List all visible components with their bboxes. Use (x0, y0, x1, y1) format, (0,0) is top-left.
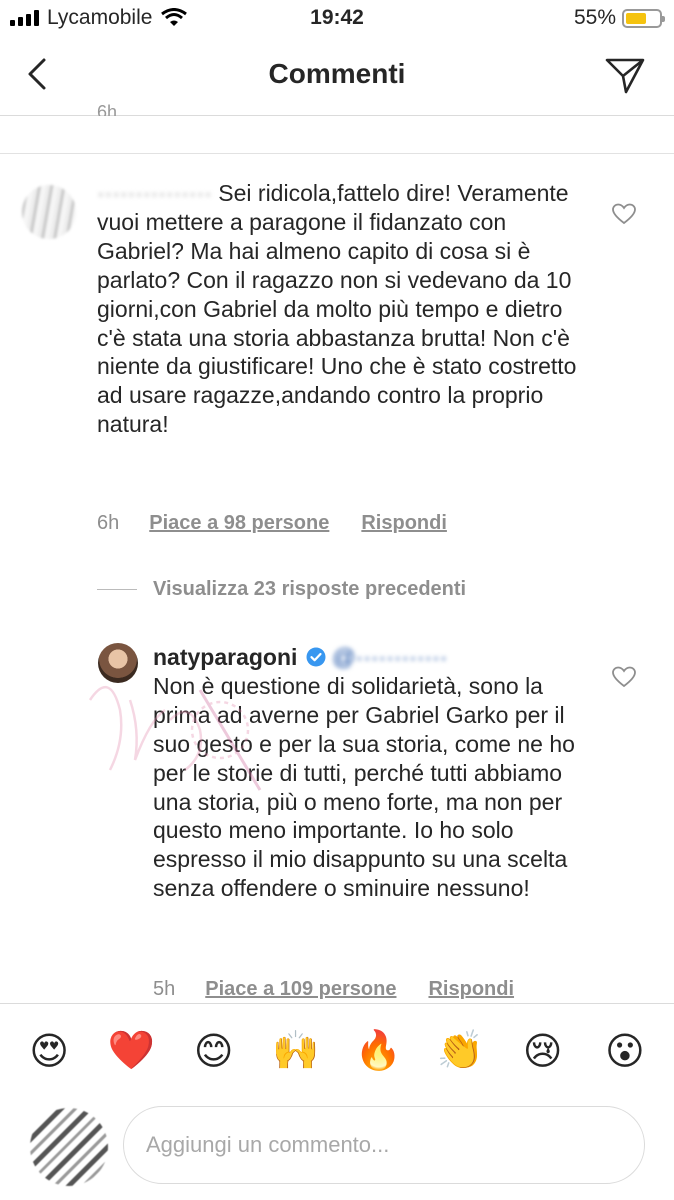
fire-emoji[interactable]: 🔥 (348, 1029, 408, 1073)
paper-plane-icon[interactable] (604, 54, 646, 96)
comment-body: ··············· Sei ridicola,fattelo dir… (97, 179, 582, 439)
avatar[interactable] (22, 185, 76, 239)
battery-icon (622, 8, 665, 28)
comment-input[interactable] (123, 1106, 645, 1184)
reply-link[interactable]: Rispondi (428, 978, 514, 1001)
divider (97, 589, 137, 590)
surprised-emoji[interactable]: 😮 (595, 1029, 655, 1074)
raised-hands-emoji[interactable]: 🙌 (266, 1029, 326, 1073)
battery-percent: 55% (573, 6, 616, 29)
divider (0, 153, 674, 154)
comment-text: Sei ridicola,fattelo dire! Veramente vuo… (97, 180, 577, 438)
previous-comment-time: 6h (97, 102, 118, 116)
reply-link[interactable]: Rispondi (361, 512, 447, 535)
heart-icon[interactable] (612, 666, 636, 688)
red-heart-emoji[interactable]: ❤️ (101, 1029, 161, 1073)
view-previous-replies[interactable]: Visualizza 23 risposte precedenti (97, 578, 466, 601)
status-bar: Lycamobile 19:42 55% (0, 0, 674, 38)
page-title: Commenti (268, 58, 406, 89)
heart-icon[interactable] (612, 203, 636, 225)
verified-badge-icon (306, 647, 326, 667)
comment-username[interactable]: ··············· (97, 180, 212, 206)
heart-eyes-emoji[interactable]: 😍 (19, 1029, 79, 1074)
view-previous-label: Visualizza 23 risposte precedenti (153, 578, 467, 600)
comment-text: Non è questione di solidarietà, sono la … (153, 672, 575, 902)
likes-link[interactable]: Piace a 109 persone (205, 978, 396, 1001)
avatar[interactable] (98, 643, 138, 683)
battery-group: 55% (573, 6, 665, 30)
mention[interactable]: @············ (332, 644, 447, 670)
clock: 19:42 (310, 6, 364, 29)
comment-body: natyparagoni @············ Non è questio… (153, 643, 593, 903)
emoji-bar: 😍 ❤️ 😊 🙌 🔥 👏 😢 😮 (0, 1003, 674, 1098)
comment-composer (0, 1098, 674, 1200)
avatar (30, 1108, 108, 1186)
crying-emoji[interactable]: 😢 (513, 1029, 573, 1074)
comment-username[interactable]: natyparagoni (153, 644, 297, 670)
comment-time: 6h (97, 512, 120, 534)
comment-time: 5h (153, 978, 176, 1000)
smile-emoji[interactable]: 😊 (184, 1029, 244, 1074)
likes-link[interactable]: Piace a 98 persone (149, 512, 329, 535)
clapping-hands-emoji[interactable]: 👏 (430, 1029, 490, 1073)
comment-meta: 6h Piace a 98 persone Rispondi (97, 512, 447, 535)
comment-meta: 5h Piace a 109 persone Rispondi (153, 978, 514, 1001)
